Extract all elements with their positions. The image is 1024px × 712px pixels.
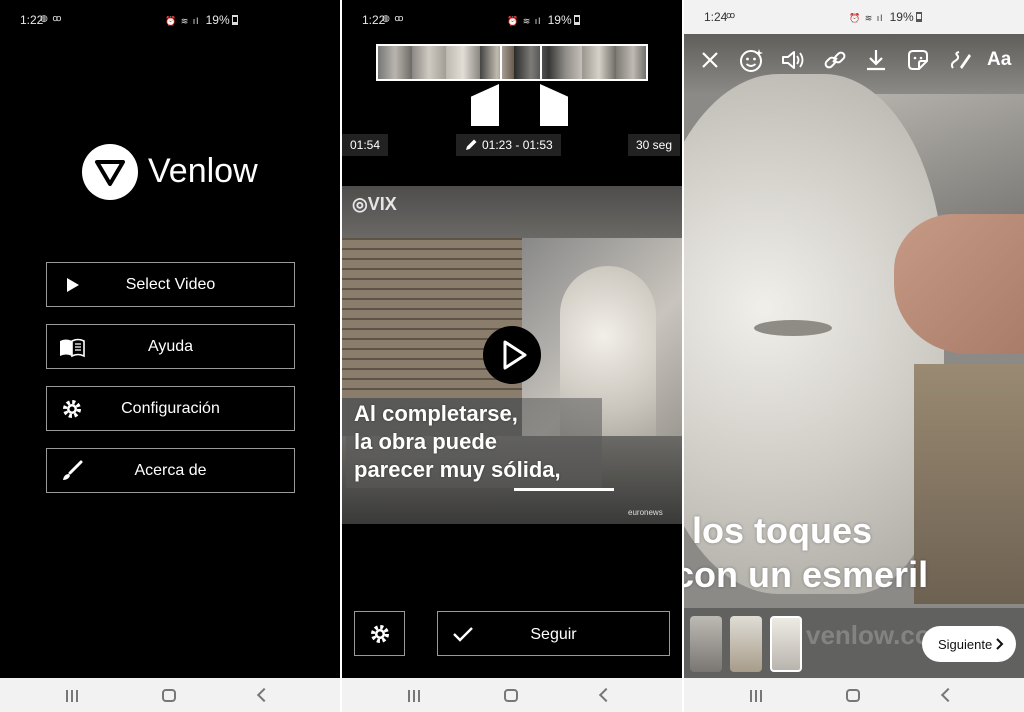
selection-range-text: 01:23 - 01:53	[482, 138, 553, 152]
android-nav-bar	[0, 678, 340, 712]
download-icon[interactable]	[862, 46, 890, 74]
home-screen: 1:22 ◍ ꝏ ⏰ ≋ ıl 19% Venlow Select Video	[0, 0, 340, 712]
app-title: Venlow	[148, 152, 258, 190]
vix-watermark: ◎VIX	[352, 194, 397, 215]
selection-window	[500, 46, 542, 79]
help-label: Ayuda	[147, 338, 194, 355]
back-icon[interactable]	[940, 687, 956, 703]
trim-start-handle[interactable]	[471, 84, 499, 126]
clip-thumbnail[interactable]	[690, 616, 722, 672]
link-icon[interactable]	[821, 46, 849, 74]
selection-range-label[interactable]: 01:23 - 01:53	[456, 134, 561, 156]
euronews-mark: euronews	[628, 508, 663, 517]
trim-screen: 1:22 ◍ ꝏ ⏰ ≋ ıl 19% 01:54 01:23 - 01:53 …	[342, 0, 682, 712]
film-frame	[582, 46, 616, 79]
back-icon[interactable]	[598, 687, 614, 703]
home-icon[interactable]	[504, 689, 518, 702]
status-bar: 1:24 ꝏ ⏰ ≋ ıl 19%	[684, 0, 1024, 34]
statue-eye	[754, 320, 832, 336]
story-caption-line-1: los toques	[692, 510, 873, 551]
android-nav-bar	[342, 678, 682, 712]
caption-line-2: la obra puede	[354, 429, 498, 454]
pencil-icon	[466, 139, 477, 150]
total-duration-label: 01:54	[342, 134, 389, 156]
help-button[interactable]: Ayuda	[46, 324, 295, 369]
status-right: ⏰ ≋ ıl 19%	[507, 13, 580, 27]
android-nav-bar	[684, 678, 1024, 712]
battery-percent: 19%	[889, 10, 914, 24]
next-button[interactable]: Siguiente	[922, 626, 1016, 662]
status-bar: 1:22 ◍ ꝏ ⏰ ≋ ıl 19%	[0, 0, 340, 40]
play-icon	[503, 340, 527, 370]
battery-icon	[573, 15, 580, 25]
home-icon[interactable]	[162, 689, 176, 702]
about-button[interactable]: Acerca de	[46, 448, 295, 493]
whatsapp-voicemail-icons: ◍ ꝏ	[382, 13, 405, 23]
next-label: Siguiente	[938, 637, 993, 652]
story-caption-line-2: con un esmeril	[684, 554, 929, 595]
battery-icon	[915, 12, 922, 22]
status-right: ⏰ ≋ ıl 19%	[849, 10, 922, 24]
film-frame	[446, 46, 480, 79]
draw-icon[interactable]	[946, 46, 974, 74]
clip-thumbnail[interactable]	[730, 616, 762, 672]
status-bar: 1:22 ◍ ꝏ ⏰ ≋ ıl 19%	[342, 0, 682, 40]
vix-logo-icon: ◎	[352, 194, 368, 214]
clip-thumbnail-selected[interactable]	[770, 616, 802, 672]
alarm-wifi-signal-icons: ⏰ ≋ ıl	[165, 16, 200, 26]
voicemail-icon: ꝏ	[726, 10, 737, 20]
back-icon[interactable]	[256, 687, 272, 703]
film-frame	[616, 46, 646, 79]
video-preview[interactable]: ◎VIX Al completarse, la obra puede parec…	[342, 186, 682, 524]
battery-percent: 19%	[205, 13, 230, 27]
recent-apps-icon[interactable]	[66, 690, 80, 702]
caption-line-1: Al completarse,	[354, 401, 518, 426]
caption-underline	[514, 488, 614, 491]
continue-button[interactable]: Seguir	[437, 611, 670, 656]
sound-icon[interactable]	[779, 46, 807, 74]
home-icon[interactable]	[846, 689, 860, 702]
venlow-logo-icon	[82, 144, 138, 200]
play-button[interactable]	[483, 326, 541, 384]
video-settings-button[interactable]	[354, 611, 405, 656]
trim-end-handle[interactable]	[540, 84, 568, 126]
recent-apps-icon[interactable]	[408, 690, 422, 702]
recent-apps-icon[interactable]	[750, 690, 764, 702]
status-right: ⏰ ≋ ıl 19%	[165, 13, 238, 27]
story-canvas[interactable]: Aa los toques con un esmeril venlow.com	[684, 34, 1024, 678]
close-icon[interactable]	[696, 46, 724, 74]
status-time: 1:24	[704, 10, 728, 24]
face-effects-icon[interactable]	[737, 46, 765, 74]
sticker-icon[interactable]	[904, 46, 932, 74]
selection-length-label: 30 seg	[628, 134, 681, 156]
story-editor-screen: 1:24 ꝏ ⏰ ≋ ıl 19% Aa los toques con un e…	[684, 0, 1024, 712]
film-frame	[378, 46, 412, 79]
screenshot-collage: 1:22 ◍ ꝏ ⏰ ≋ ıl 19% Venlow Select Video	[0, 0, 1024, 712]
settings-button[interactable]: Configuración	[46, 386, 295, 431]
video-timeline-filmstrip[interactable]	[376, 44, 648, 81]
whatsapp-voicemail-icons: ◍ ꝏ	[40, 13, 63, 23]
alarm-wifi-signal-icons: ⏰ ≋ ıl	[849, 13, 884, 23]
battery-icon	[231, 15, 238, 25]
select-video-label: Select Video	[125, 276, 216, 293]
battery-percent: 19%	[547, 13, 572, 27]
vix-text: VIX	[367, 194, 397, 214]
settings-label: Configuración	[121, 400, 220, 417]
chevron-right-icon	[996, 638, 1004, 650]
caption-line-3: parecer muy sólida,	[354, 457, 561, 482]
select-video-button[interactable]: Select Video	[46, 262, 295, 307]
film-frame	[412, 46, 446, 79]
background-wood	[914, 364, 1024, 604]
gear-icon	[371, 625, 389, 643]
film-frame	[548, 46, 582, 79]
continue-label: Seguir	[530, 626, 577, 643]
alarm-wifi-signal-icons: ⏰ ≋ ıl	[507, 16, 542, 26]
about-label: Acerca de	[134, 462, 207, 479]
text-tool-button[interactable]: Aa	[987, 46, 1015, 74]
